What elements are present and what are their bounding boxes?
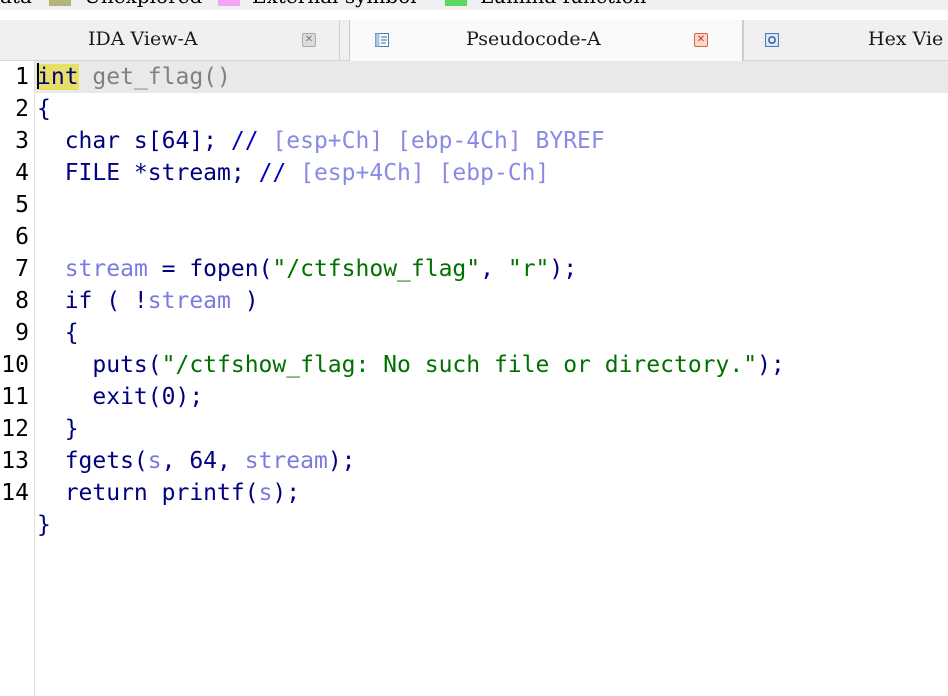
pseudocode-editor[interactable]: 1 2 3 4 5 6 7 8 9 10 11 12 13 14 int get… — [0, 61, 948, 696]
legend-bar: ata Unexplored External symbol Lumina fu… — [0, 0, 948, 10]
legend-label-data: ata — [0, 0, 32, 8]
code-line-8[interactable]: { — [37, 317, 79, 349]
call: = fopen( — [147, 256, 273, 282]
line-number: 12 — [1, 416, 29, 442]
code-line-3[interactable]: char s[64]; // [esp+Ch] [ebp-4Ch] BYREF — [37, 125, 605, 157]
tab-ida-view-a[interactable]: IDA View-A ✕ — [0, 20, 340, 60]
code-line-11[interactable]: } — [37, 413, 79, 445]
tab-hex-view[interactable]: Hex Vie — [743, 20, 948, 60]
line-number: 14 — [1, 480, 29, 506]
separator: , — [480, 256, 508, 282]
code-line-10[interactable]: exit(0); — [37, 381, 203, 413]
function-signature: get_flag() — [78, 64, 231, 90]
line-number: 13 — [1, 448, 29, 474]
code-line-14[interactable]: } — [37, 509, 51, 541]
local-variable: s — [147, 448, 162, 474]
legend-label-unexplored: Unexplored — [84, 0, 202, 8]
punctuation: ); — [327, 448, 356, 474]
string-literal: "r" — [507, 256, 550, 282]
punctuation: ); — [549, 256, 578, 282]
tab-bar: IDA View-A ✕ Pseudocode-A ✕ Hex Vie — [0, 20, 948, 61]
line-number: 7 — [15, 256, 29, 282]
line-number: 5 — [15, 192, 29, 218]
keyword-int: int — [37, 64, 79, 90]
legend-swatch-unexplored — [49, 0, 71, 6]
line-number: 1 — [15, 64, 29, 90]
call: puts( — [37, 352, 162, 378]
punctuation: ) — [230, 288, 259, 314]
gutter-separator — [34, 61, 35, 696]
tab-label: Hex Vie — [868, 28, 944, 50]
code-line-1[interactable]: int get_flag() — [37, 61, 231, 93]
code-line-4[interactable]: FILE *stream; // [esp+4Ch] [ebp-Ch] — [37, 157, 550, 189]
arguments: , 64, — [161, 448, 245, 474]
local-variable: stream — [147, 288, 231, 314]
pseudocode-icon — [374, 31, 390, 47]
code-line-6[interactable]: stream = fopen("/ctfshow_flag", "r"); — [37, 253, 577, 285]
declaration: FILE *stream; — [37, 160, 259, 186]
tab-pseudocode-a[interactable]: Pseudocode-A ✕ — [349, 20, 743, 61]
line-number: 8 — [15, 288, 29, 314]
comment-text: [esp+4Ch] [ebp-Ch] — [300, 160, 550, 186]
comment-marker: // — [230, 128, 273, 154]
legend-label-external-symbol: External symbol — [252, 0, 417, 8]
legend-label-lumina-function: Lumina function — [480, 0, 646, 8]
line-number: 2 — [15, 96, 29, 122]
line-number: 11 — [1, 384, 29, 410]
text-cursor — [37, 62, 39, 89]
hex-view-icon — [764, 31, 780, 47]
string-literal: "/ctfshow_flag" — [272, 256, 481, 282]
legend-swatch-lumina-function — [445, 0, 467, 6]
string-literal: "/ctfshow_flag: No such file or director… — [161, 352, 758, 378]
local-variable: stream — [244, 448, 328, 474]
local-variable: stream — [64, 256, 148, 282]
tab-label: Pseudocode-A — [466, 28, 601, 50]
code-line-7[interactable]: if ( !stream ) — [37, 285, 259, 317]
line-number: 4 — [15, 160, 29, 186]
line-number: 9 — [15, 320, 29, 346]
line-number: 3 — [15, 128, 29, 154]
return-call: return printf( — [37, 480, 259, 506]
code-line-9[interactable]: puts("/ctfshow_flag: No such file or dir… — [37, 349, 785, 381]
punctuation: ); — [272, 480, 301, 506]
call: fgets( — [37, 448, 148, 474]
close-icon[interactable]: ✕ — [302, 33, 316, 47]
line-number: 10 — [1, 352, 29, 378]
legend-swatch-external-symbol — [218, 0, 240, 6]
code-line-12[interactable]: fgets(s, 64, stream); — [37, 445, 356, 477]
comment-marker: // — [258, 160, 301, 186]
line-number: 6 — [15, 224, 29, 250]
code-line-13[interactable]: return printf(s); — [37, 477, 300, 509]
local-variable: s — [258, 480, 273, 506]
tab-label: IDA View-A — [88, 28, 198, 50]
if-keyword: if ( ! — [37, 288, 148, 314]
comment-text: [esp+Ch] [ebp-4Ch] BYREF — [272, 128, 605, 154]
code-line-2[interactable]: { — [37, 93, 51, 125]
close-icon[interactable]: ✕ — [694, 33, 708, 47]
declaration: char s[64]; — [37, 128, 231, 154]
punctuation: ); — [757, 352, 785, 378]
